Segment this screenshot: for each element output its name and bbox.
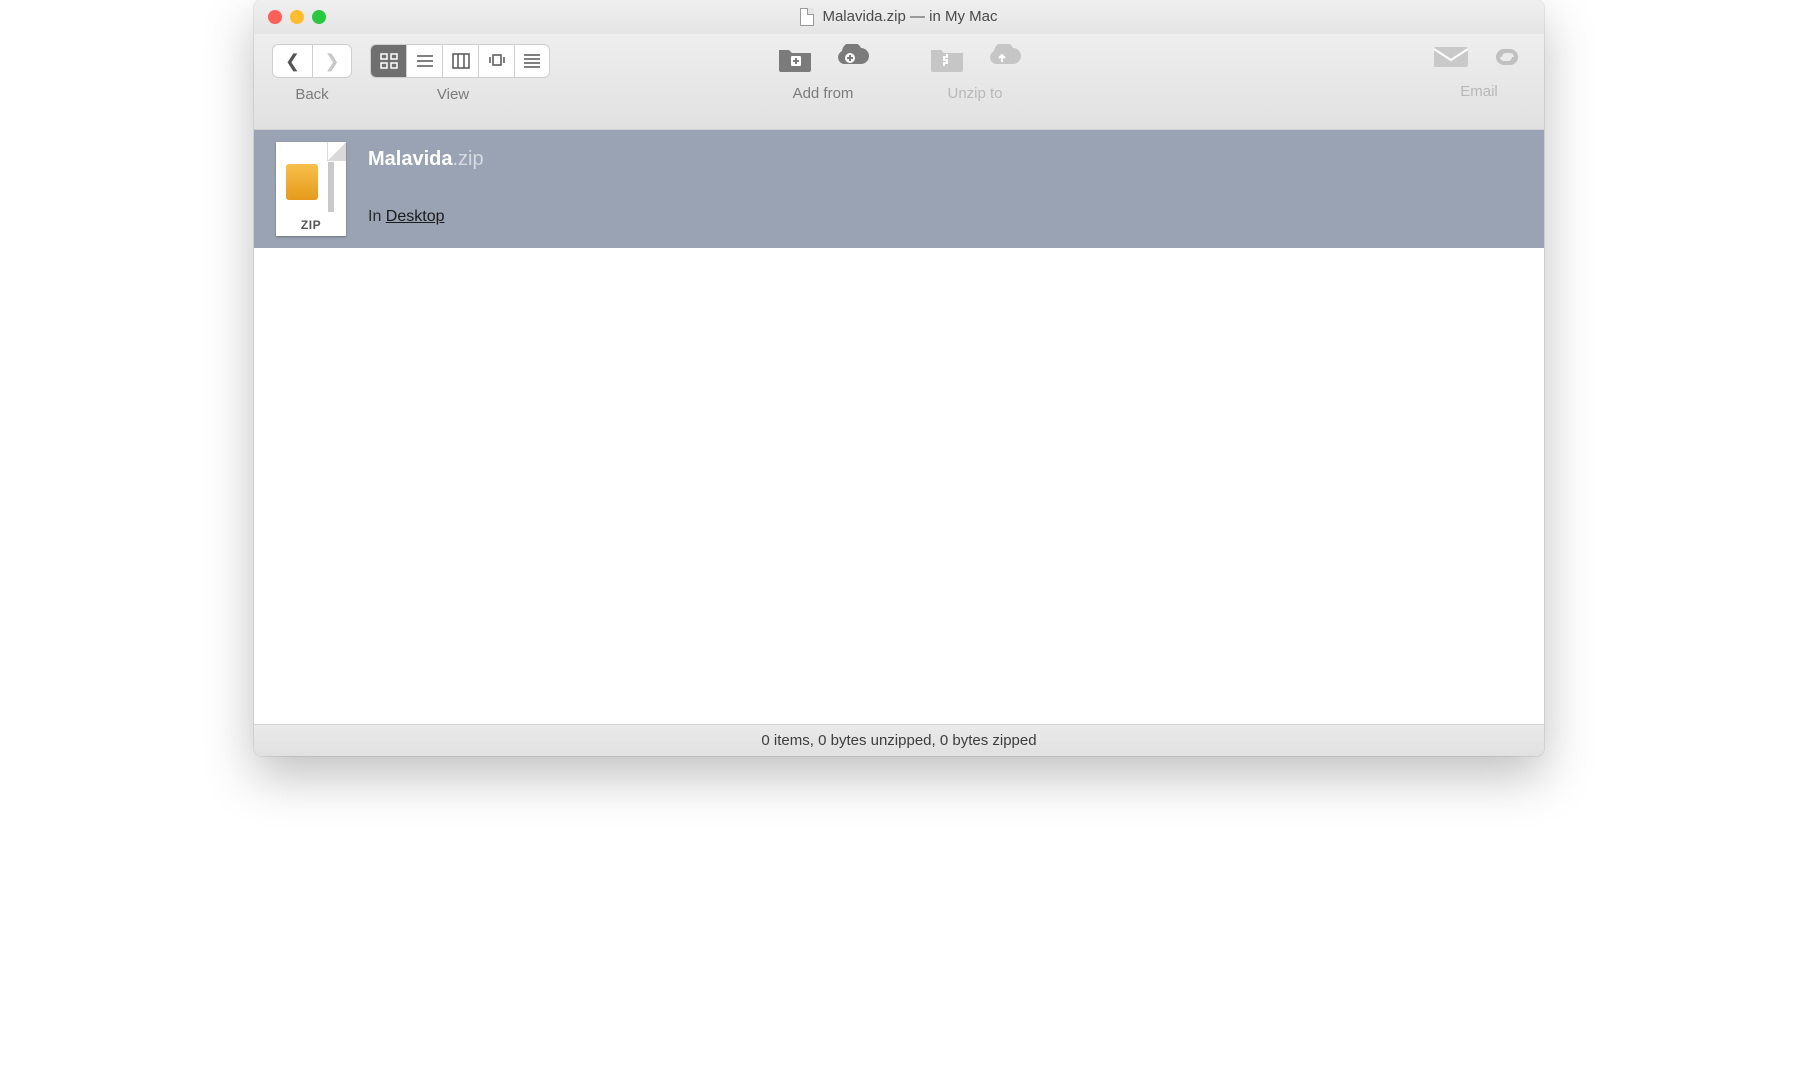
window-title: Malavida.zip — in My Mac — [822, 8, 997, 25]
file-header: ZIP Malavida.zip In Desktop — [254, 130, 1544, 248]
unzipto-group: Unzip to — [929, 44, 1021, 102]
file-name: Malavida.zip — [368, 148, 484, 171]
unzip-to-folder-button[interactable] — [929, 44, 965, 77]
email-button[interactable] — [1432, 44, 1470, 75]
compact-list-icon — [523, 53, 541, 69]
link-icon — [1488, 44, 1526, 70]
back-group: ❮ ❯ Back — [272, 44, 352, 103]
unzip-folder-icon — [929, 44, 965, 72]
minimize-window-button[interactable] — [290, 10, 304, 24]
email-label: Email — [1460, 83, 1498, 100]
add-from-cloud-button[interactable] — [831, 44, 869, 77]
traffic-lights — [254, 10, 326, 24]
envelope-icon — [1432, 44, 1470, 70]
grid-icon — [380, 53, 398, 69]
coverflow-icon — [488, 53, 506, 69]
chevron-left-icon: ❮ — [285, 51, 300, 72]
app-window: Malavida.zip — in My Mac ❮ ❯ Back — [254, 0, 1544, 756]
view-group: View — [356, 44, 550, 103]
unzip-to-cloud-button[interactable] — [983, 44, 1021, 77]
back-button[interactable]: ❮ — [272, 44, 312, 78]
zip-file-thumbnail: ZIP — [276, 142, 346, 236]
forward-button[interactable]: ❯ — [312, 44, 352, 78]
addfrom-label: Add from — [793, 85, 854, 102]
toolbar: ❮ ❯ Back — [254, 34, 1544, 130]
cloud-up-icon — [983, 44, 1021, 68]
view-icons-button[interactable] — [370, 44, 406, 78]
file-location-link[interactable]: Desktop — [386, 208, 445, 225]
add-from-folder-button[interactable] — [777, 44, 813, 77]
view-coverflow-button[interactable] — [478, 44, 514, 78]
unzipto-label: Unzip to — [947, 85, 1002, 102]
status-text: 0 items, 0 bytes unzipped, 0 bytes zippe… — [761, 732, 1036, 749]
file-location: In Desktop — [368, 208, 484, 226]
email-group: Email — [1432, 44, 1526, 100]
folder-plus-icon — [777, 44, 813, 72]
zip-tag: ZIP — [276, 218, 346, 232]
cloud-plus-icon — [831, 44, 869, 68]
document-icon — [800, 8, 814, 26]
status-bar: 0 items, 0 bytes unzipped, 0 bytes zippe… — [254, 724, 1544, 756]
columns-icon — [452, 53, 470, 69]
back-label: Back — [295, 86, 328, 103]
close-window-button[interactable] — [268, 10, 282, 24]
file-list-area — [254, 248, 1544, 724]
view-list-button[interactable] — [406, 44, 442, 78]
zoom-window-button[interactable] — [312, 10, 326, 24]
addfrom-group: Add from — [777, 44, 869, 102]
view-columns-button[interactable] — [442, 44, 478, 78]
chevron-right-icon: ❯ — [324, 51, 339, 72]
titlebar: Malavida.zip — in My Mac — [254, 0, 1544, 34]
list-icon — [416, 53, 434, 69]
view-label: View — [437, 86, 469, 103]
view-compact-button[interactable] — [514, 44, 550, 78]
share-link-button[interactable] — [1488, 44, 1526, 75]
